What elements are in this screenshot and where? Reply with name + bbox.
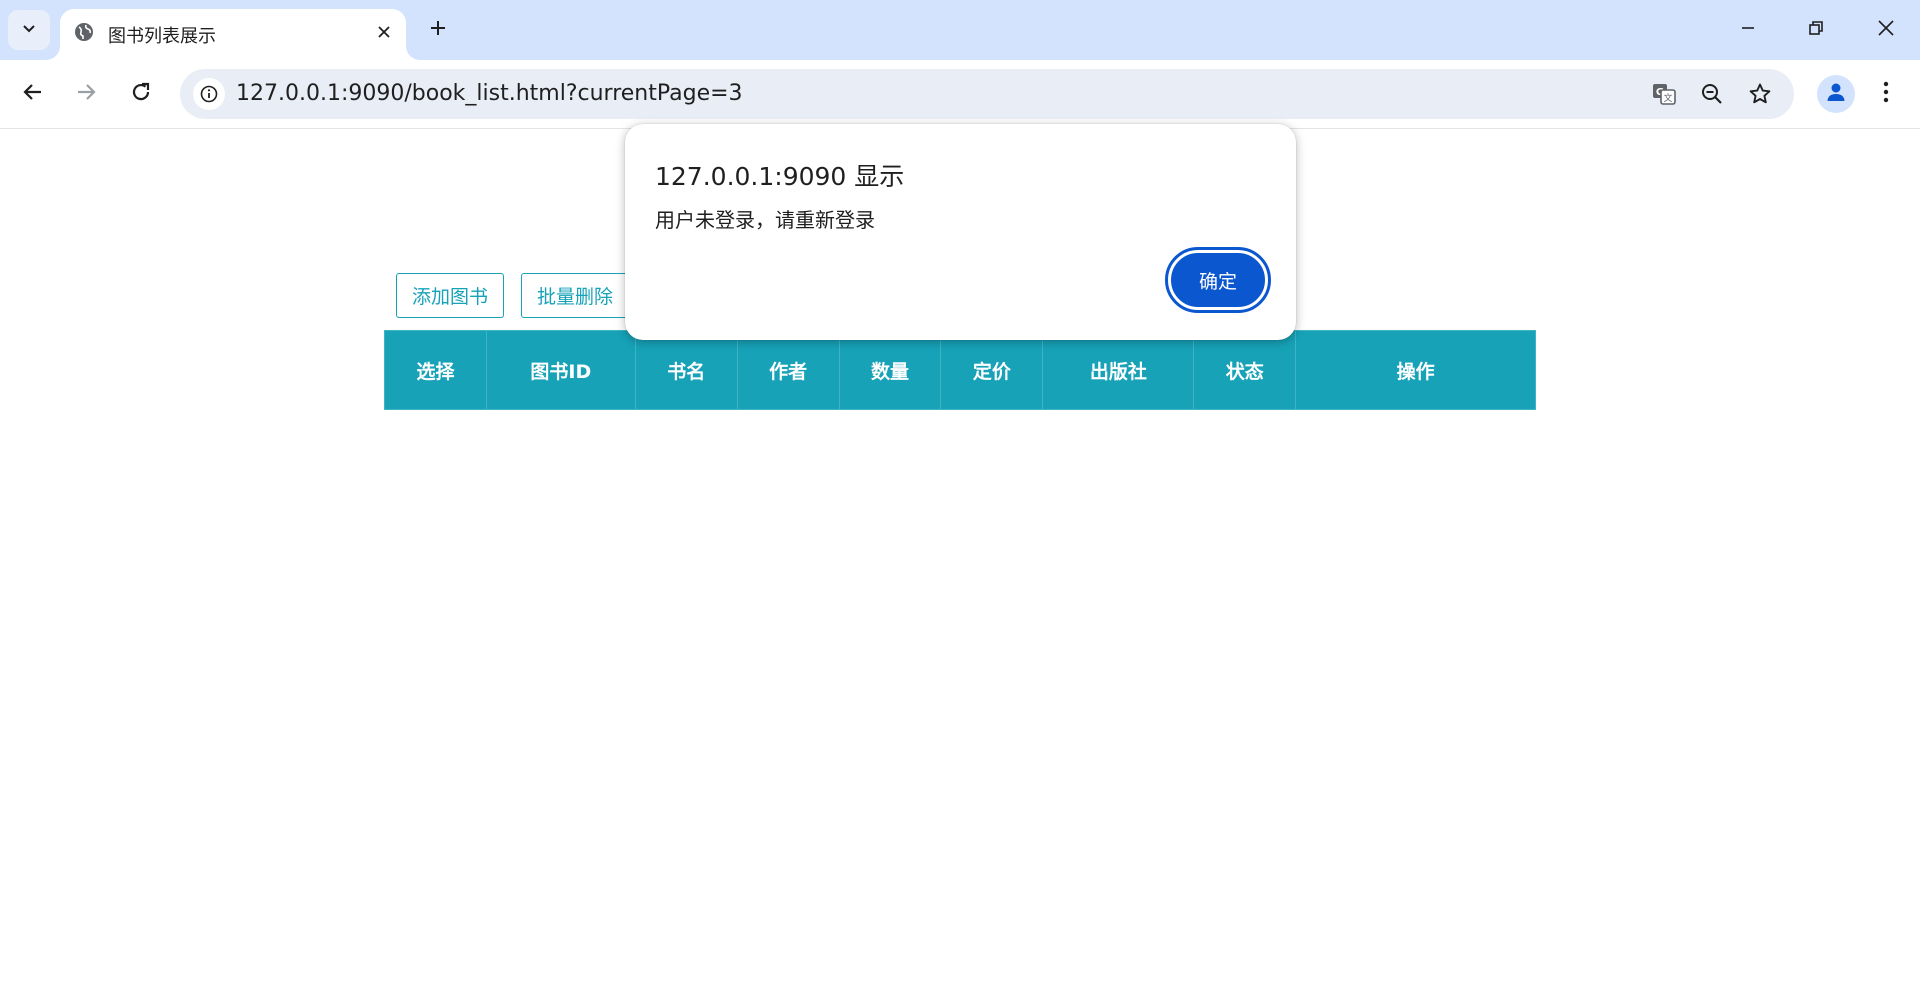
restore-icon bbox=[1808, 20, 1824, 40]
column-header: 数量 bbox=[838, 330, 942, 410]
add-book-button[interactable]: 添加图书 bbox=[396, 273, 504, 318]
arrow-left-icon bbox=[22, 81, 44, 107]
tab-strip: 图书列表展示 bbox=[0, 0, 1920, 60]
bookmark-star-icon[interactable] bbox=[1743, 77, 1777, 111]
dialog-title: 127.0.0.1:9090 显示 bbox=[655, 162, 905, 191]
address-bar[interactable]: 127.0.0.1:9090/book_list.html?currentPag… bbox=[180, 69, 1794, 119]
minimize-icon bbox=[1740, 20, 1756, 40]
tab-search-button[interactable] bbox=[8, 10, 50, 50]
zoom-out-icon[interactable] bbox=[1695, 77, 1729, 111]
person-icon bbox=[1825, 81, 1847, 107]
column-header: 操作 bbox=[1295, 330, 1536, 410]
plus-icon bbox=[429, 19, 447, 41]
book-table: 选择 图书ID 书名 作者 数量 定价 出版社 状态 操作 bbox=[384, 330, 1536, 410]
minimize-button[interactable] bbox=[1720, 8, 1776, 52]
arrow-right-icon bbox=[75, 81, 97, 107]
column-header: 选择 bbox=[384, 330, 487, 410]
more-vert-icon bbox=[1883, 81, 1889, 107]
table-header-row: 选择 图书ID 书名 作者 数量 定价 出版社 状态 操作 bbox=[384, 330, 1536, 410]
globe-icon bbox=[73, 21, 95, 43]
site-info-icon[interactable] bbox=[193, 78, 225, 110]
column-header: 图书ID bbox=[485, 330, 636, 410]
column-header: 定价 bbox=[940, 330, 1044, 410]
reload-icon bbox=[130, 81, 152, 107]
menu-button[interactable] bbox=[1866, 74, 1906, 114]
tab-title: 图书列表展示 bbox=[108, 26, 216, 47]
back-button[interactable] bbox=[13, 74, 53, 114]
translate-icon[interactable]: G 文 bbox=[1647, 77, 1681, 111]
column-header: 出版社 bbox=[1042, 330, 1195, 410]
active-tab[interactable]: 图书列表展示 bbox=[60, 9, 406, 60]
tab-close-icon[interactable] bbox=[371, 19, 397, 45]
dialog-message: 用户未登录，请重新登录 bbox=[655, 208, 875, 232]
batch-delete-button[interactable]: 批量删除 bbox=[521, 273, 629, 318]
column-header: 状态 bbox=[1193, 330, 1297, 410]
restore-button[interactable] bbox=[1788, 8, 1844, 52]
browser-toolbar: 127.0.0.1:9090/book_list.html?currentPag… bbox=[0, 60, 1920, 129]
close-icon bbox=[1877, 19, 1895, 41]
forward-button[interactable] bbox=[66, 74, 106, 114]
svg-text:文: 文 bbox=[1663, 92, 1672, 104]
column-header: 作者 bbox=[736, 330, 840, 410]
chevron-down-icon bbox=[21, 20, 37, 40]
reload-button[interactable] bbox=[121, 74, 161, 114]
dialog-ok-button[interactable]: 确定 bbox=[1165, 247, 1271, 313]
close-window-button[interactable] bbox=[1858, 8, 1914, 52]
url-text[interactable]: 127.0.0.1:9090/book_list.html?currentPag… bbox=[236, 81, 743, 106]
alert-dialog: 127.0.0.1:9090 显示 用户未登录，请重新登录 确定 bbox=[625, 124, 1296, 340]
column-header: 书名 bbox=[634, 330, 738, 410]
new-tab-button[interactable] bbox=[421, 13, 455, 47]
profile-avatar[interactable] bbox=[1817, 75, 1855, 113]
